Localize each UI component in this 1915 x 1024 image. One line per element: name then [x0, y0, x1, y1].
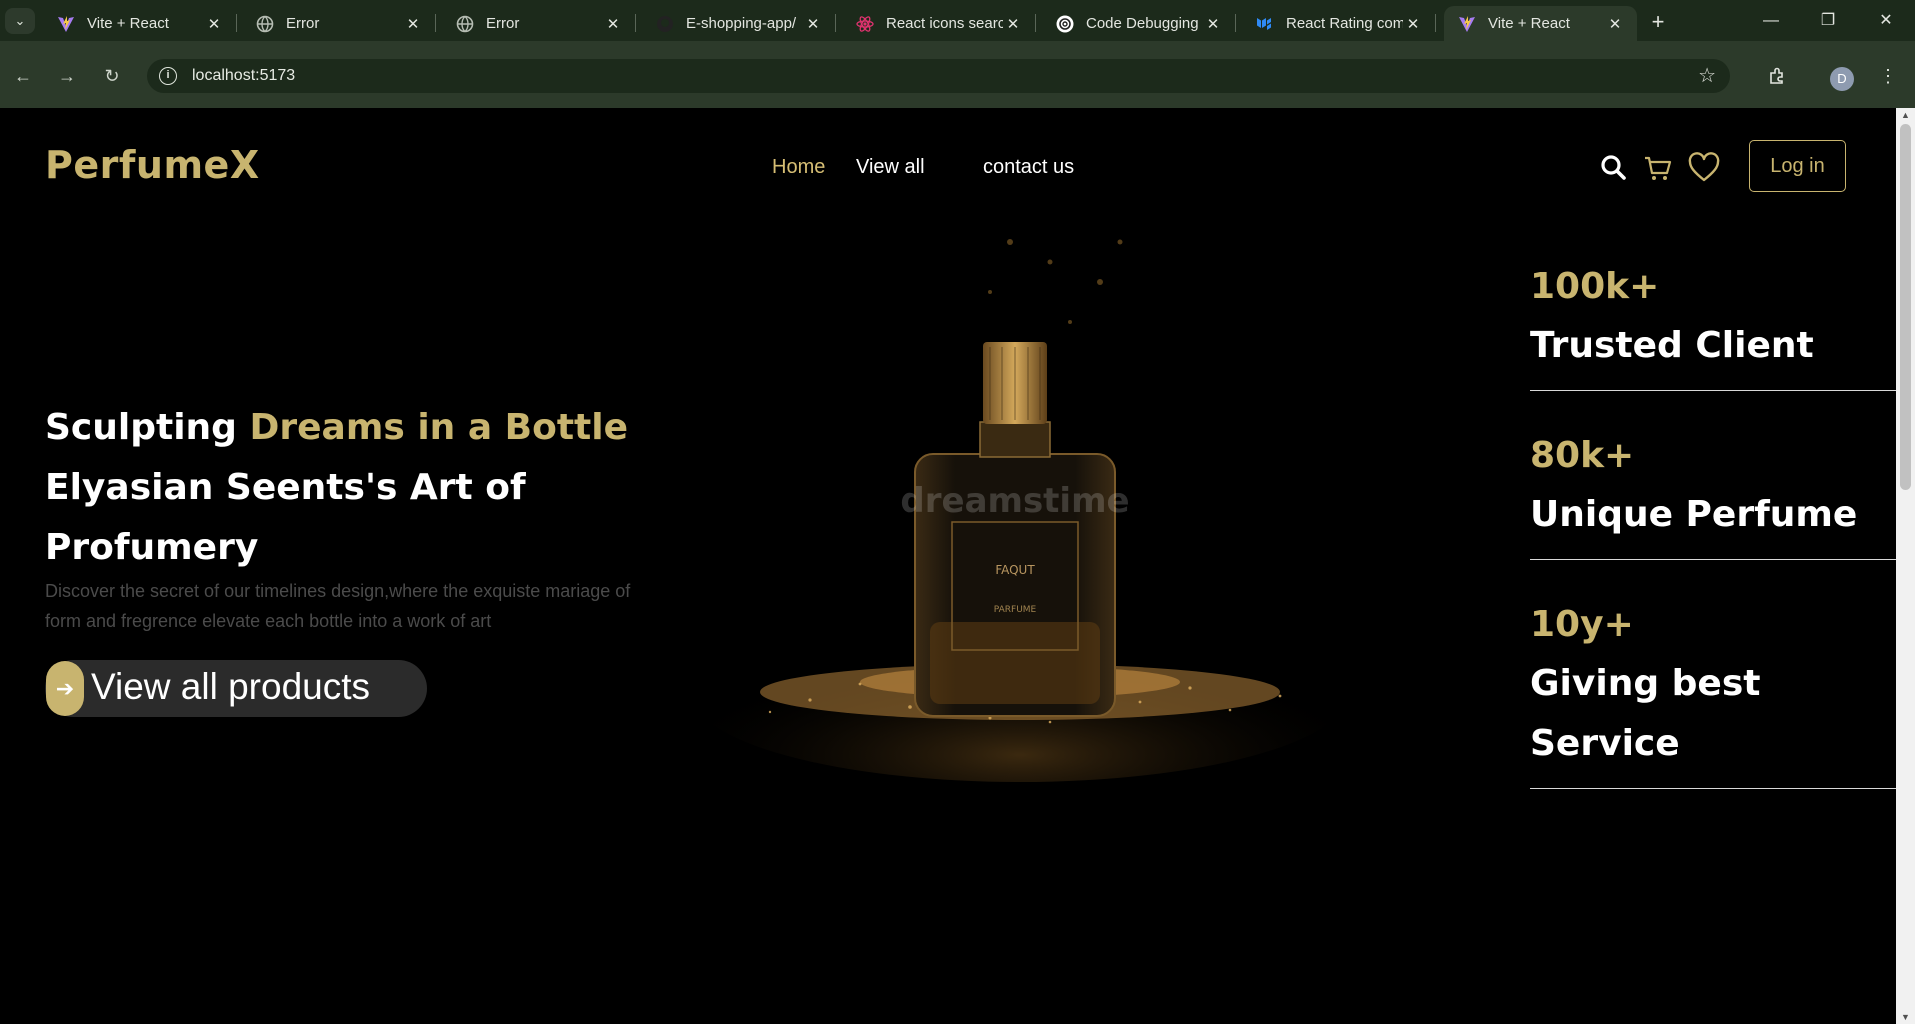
page-scrollbar[interactable]: ▲ ▼	[1896, 108, 1915, 1024]
back-button[interactable]: ←	[8, 61, 38, 91]
view-all-products-button[interactable]: ➔ View all products	[45, 660, 427, 717]
tab-code-debugging[interactable]: Code Debugging ✕	[1042, 6, 1236, 41]
tab-vite-react-active[interactable]: Vite + React ✕	[1444, 6, 1637, 41]
nav-contact[interactable]: contact us	[983, 156, 1074, 179]
stat-value: 80k+	[1530, 435, 1635, 476]
svg-text:FAQUT: FAQUT	[995, 563, 1035, 577]
arrow-right-icon: ➔	[46, 661, 84, 716]
tab-github[interactable]: E-shopping-app/ ✕	[642, 6, 836, 41]
page-viewport: PerfumeX Home View all contact us Log in…	[0, 108, 1896, 1024]
tab-title: React icons searc	[886, 15, 1003, 32]
nav-view-all[interactable]: View all	[856, 156, 925, 179]
bookmark-star-icon[interactable]: ☆	[1698, 63, 1716, 88]
forward-button[interactable]: →	[52, 61, 82, 91]
tab-title: Vite + React	[87, 15, 169, 32]
stat-label: Giving best Service	[1530, 663, 1761, 764]
stat-label: Trusted Client	[1530, 325, 1814, 366]
minimize-button[interactable]: —	[1751, 8, 1791, 34]
login-button[interactable]: Log in	[1749, 140, 1846, 192]
profile-avatar[interactable]: D	[1830, 67, 1854, 91]
address-bar[interactable]: i localhost:5173 ☆	[147, 59, 1730, 93]
scroll-up-arrow[interactable]: ▲	[1901, 110, 1910, 120]
tab-vite-react-1[interactable]: Vite + React ✕	[43, 6, 237, 41]
tab-error-2[interactable]: Error ✕	[442, 6, 636, 41]
vite-icon	[58, 15, 74, 32]
tab-react-rating[interactable]: React Rating com ✕	[1242, 6, 1436, 41]
close-icon[interactable]: ✕	[1403, 15, 1423, 33]
globe-icon	[256, 15, 274, 32]
perfume-bottle-image: FAQUT PARFUME dreamstime	[690, 222, 1370, 782]
tab-title: Error	[486, 15, 520, 32]
scroll-down-arrow[interactable]: ▼	[1901, 1012, 1910, 1022]
reload-button[interactable]: ↻	[97, 61, 127, 91]
hero-title-part1: Sculpting	[45, 407, 250, 448]
stat-item: 80k+ Unique Perfume	[1530, 427, 1896, 560]
cta-label: View all products	[91, 666, 371, 707]
stats-panel: 100k+ Trusted Client 80k+ Unique Perfume…	[1530, 258, 1896, 825]
tab-title: Error	[286, 15, 320, 32]
close-icon[interactable]: ✕	[803, 15, 823, 33]
github-icon	[657, 15, 673, 32]
close-icon[interactable]: ✕	[1203, 15, 1223, 33]
tab-title: Vite + React	[1488, 15, 1570, 32]
site-info-icon[interactable]: i	[159, 67, 177, 85]
vite-icon	[1459, 15, 1475, 32]
tab-react-icons[interactable]: React icons searc ✕	[842, 6, 1036, 41]
close-icon[interactable]: ✕	[603, 15, 623, 33]
stat-item: 10y+ Giving best Service	[1530, 596, 1896, 789]
close-icon[interactable]: ✕	[403, 15, 423, 33]
hero-subtitle: Discover the secret of our timelines des…	[45, 581, 631, 631]
openai-icon	[1056, 15, 1074, 32]
globe-icon	[456, 15, 474, 32]
url-text[interactable]: localhost:5173	[192, 67, 295, 85]
close-icon[interactable]: ✕	[1003, 15, 1023, 33]
hero-title-part2: Elyasian Seents's Art of Profumery	[45, 467, 526, 568]
watermark-text: dreamstime	[900, 481, 1129, 521]
new-tab-button[interactable]: +	[1645, 10, 1671, 36]
mui-icon	[1257, 17, 1271, 30]
stat-label: Unique Perfume	[1530, 494, 1858, 535]
close-icon[interactable]: ✕	[204, 15, 224, 33]
stat-value: 10y+	[1530, 604, 1634, 645]
react-icon	[856, 15, 874, 32]
hero-title-gold: Dreams in a Bottle	[249, 407, 629, 448]
stat-item: 100k+ Trusted Client	[1530, 258, 1896, 391]
hero-title: Sculpting Dreams in a Bottle Elyasian Se…	[45, 398, 665, 578]
restore-button[interactable]: ❐	[1808, 8, 1848, 34]
tab-title: React Rating com	[1286, 15, 1403, 32]
browser-toolbar: ← → ↻ i localhost:5173 ☆ ⋮	[0, 41, 1915, 108]
stat-value: 100k+	[1530, 266, 1660, 307]
site-logo[interactable]: PerfumeX	[45, 143, 260, 187]
cart-icon[interactable]	[1642, 152, 1674, 184]
extensions-icon[interactable]	[1762, 61, 1792, 91]
chrome-menu-icon[interactable]: ⋮	[1873, 61, 1903, 91]
tab-error-1[interactable]: Error ✕	[242, 6, 436, 41]
search-icon[interactable]	[1598, 152, 1630, 184]
window-close-button[interactable]: ✕	[1866, 8, 1906, 34]
heart-icon[interactable]	[1688, 152, 1720, 184]
nav-home[interactable]: Home	[772, 156, 825, 179]
tab-search-button[interactable]: ⌄	[5, 8, 35, 34]
browser-tabstrip: ⌄ Vite + React ✕ Error ✕ Error ✕ E-shopp…	[0, 0, 1915, 41]
scrollbar-thumb[interactable]	[1900, 124, 1911, 490]
tab-title: E-shopping-app/	[686, 15, 797, 32]
tab-title: Code Debugging	[1086, 15, 1199, 32]
svg-text:PARFUME: PARFUME	[994, 605, 1037, 615]
close-icon[interactable]: ✕	[1605, 15, 1625, 33]
